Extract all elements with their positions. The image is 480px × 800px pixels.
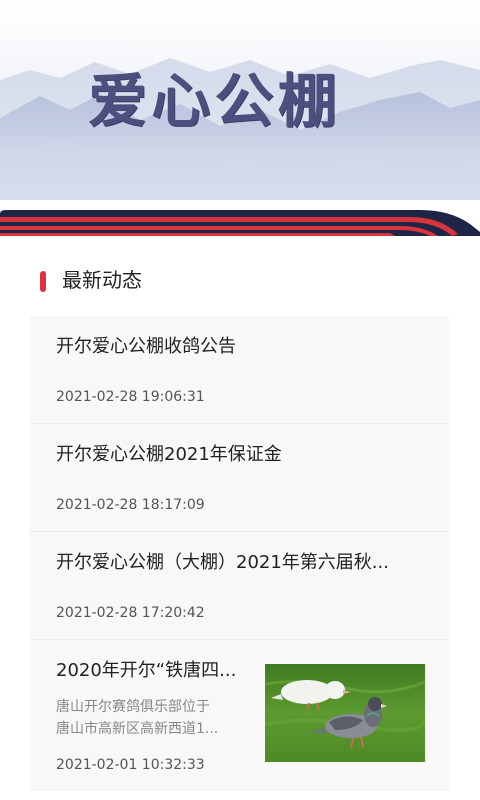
header-banner: 爱心公棚 <box>0 0 480 236</box>
pigeons-photo-image <box>265 664 425 762</box>
news-item-thumbnail[interactable] <box>265 664 425 762</box>
news-item-title: 2020年开尔“铁唐四... <box>56 660 237 681</box>
section-title: 最新动态 <box>62 268 142 292</box>
news-item[interactable]: 开尔爱心公棚收鸽公告 2021-02-28 19:06:31 <box>30 316 449 424</box>
news-item-excerpt-line: 唐山开尔赛鸽俱乐部位于 <box>56 699 210 715</box>
section-header: 最新动态 <box>0 262 480 298</box>
news-item-title: 开尔爱心公棚2021年保证金 <box>56 444 282 465</box>
banner-title: 爱心公棚 <box>88 67 341 135</box>
news-item-title: 开尔爱心公棚（大棚）2021年第六届秋... <box>56 552 389 573</box>
news-item-time: 2021-02-28 19:06:31 <box>56 389 205 405</box>
news-item[interactable]: 2020年开尔“铁唐四... 唐山开尔赛鸽俱乐部位于 唐山市高新区高新西道1..… <box>30 640 449 790</box>
news-item-excerpt: 唐山开尔赛鸽俱乐部位于 唐山市高新区高新西道1... <box>56 696 242 740</box>
news-item-time: 2021-02-28 17:20:42 <box>56 605 205 621</box>
news-item-time: 2021-02-01 10:32:33 <box>56 757 205 773</box>
news-item-time: 2021-02-28 18:17:09 <box>56 497 205 513</box>
news-item[interactable]: 开尔爱心公棚（大棚）2021年第六届秋... 2021-02-28 17:20:… <box>30 532 449 640</box>
news-item-excerpt-line: 唐山市高新区高新西道1... <box>56 721 219 737</box>
news-item-title: 开尔爱心公棚收鸽公告 <box>56 336 236 357</box>
section-marker <box>40 271 46 292</box>
news-item[interactable]: 开尔爱心公棚2021年保证金 2021-02-28 18:17:09 <box>30 424 449 532</box>
news-list: 开尔爱心公棚收鸽公告 2021-02-28 19:06:31 开尔爱心公棚202… <box>30 316 449 790</box>
